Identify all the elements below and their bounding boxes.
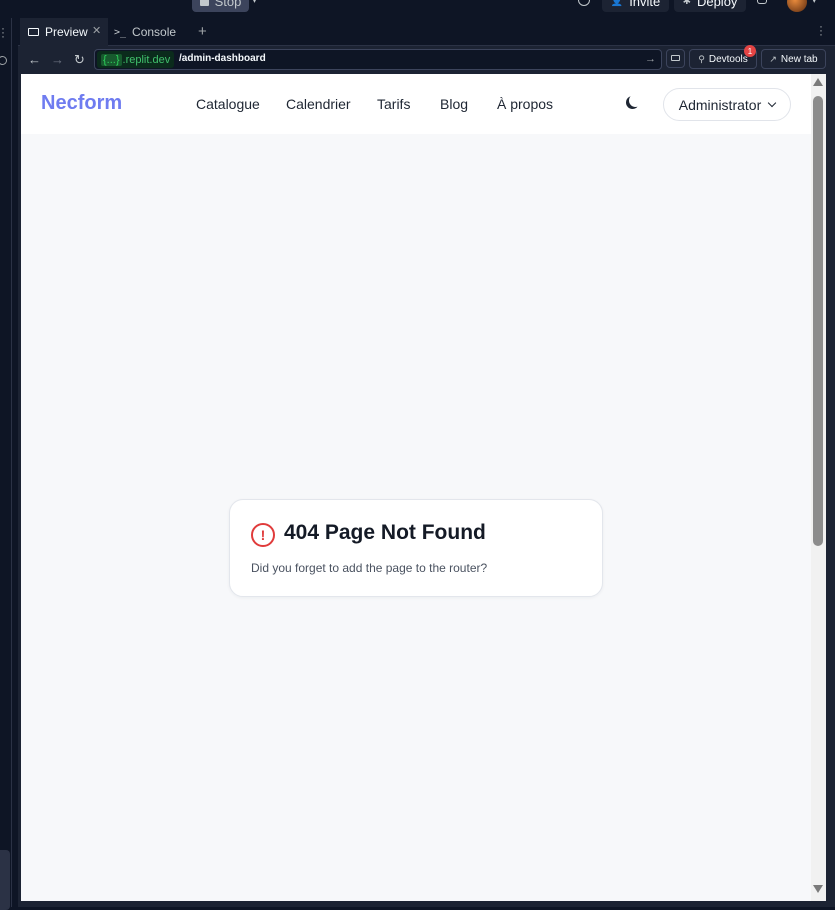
deploy-button[interactable]: ✱ Deploy	[674, 0, 746, 12]
stop-button[interactable]: Stop	[192, 0, 249, 12]
screen-size-button[interactable]	[666, 49, 685, 68]
external-link-icon: ↗	[769, 53, 777, 64]
monitor-icon	[671, 55, 680, 61]
tab-preview-label: Preview	[45, 25, 88, 39]
url-input[interactable]: {...} .replit.dev /admin-dashboard →	[94, 49, 662, 70]
brand-logo[interactable]: Necform	[41, 92, 122, 115]
url-host: {...} .replit.dev	[97, 51, 175, 68]
user-menu-label: Administrator	[678, 96, 762, 113]
nav-link-calendrier[interactable]: Calendrier	[286, 96, 351, 112]
nav-link-blog[interactable]: Blog	[440, 96, 468, 112]
deploy-label: Deploy	[696, 0, 738, 9]
ide-top-bar: Stop ▾ 👤 Invite ✱ Deploy ▾	[0, 0, 835, 18]
monitor-icon	[28, 28, 39, 36]
scroll-thumb[interactable]	[813, 96, 823, 546]
gauge-icon[interactable]	[0, 56, 7, 65]
preview-pane: Preview ✕ >_ Console + · · · ← → ↻ {...} .…	[18, 18, 835, 907]
stop-icon	[199, 0, 209, 6]
tab-console[interactable]: >_ Console	[106, 18, 202, 46]
alert-circle-icon: !	[251, 523, 275, 547]
scroll-down-icon[interactable]	[813, 885, 823, 893]
stop-label: Stop	[214, 0, 242, 9]
search-icon[interactable]	[578, 0, 590, 6]
nav-link-a-propos[interactable]: À propos	[497, 96, 553, 112]
forward-arrow-icon[interactable]: →	[51, 52, 64, 67]
vertical-scrollbar[interactable]	[811, 74, 826, 907]
devtools-badge: 1	[744, 45, 756, 57]
stop-dropdown-icon[interactable]: ▾	[252, 0, 257, 6]
host-brace: {...}	[101, 53, 122, 66]
url-bar: ← → ↻ {...} .replit.dev /admin-dashboard…	[18, 45, 835, 74]
invite-button[interactable]: 👤 Invite	[602, 0, 669, 12]
menu-dots-icon[interactable]: · · ·	[1, 22, 5, 42]
nav-link-tarifs[interactable]: Tarifs	[377, 96, 410, 112]
nav-link-catalogue[interactable]: Catalogue	[196, 96, 260, 112]
pane-bottom-strip	[18, 901, 835, 907]
pane-tabs: Preview ✕ >_ Console + · · ·	[18, 18, 835, 46]
url-path: /admin-dashboard	[179, 53, 266, 64]
tab-console-label: Console	[132, 25, 177, 39]
reload-icon[interactable]: ↻	[74, 52, 85, 68]
not-found-card: ! 404 Page Not Found Did you forget to a…	[229, 499, 603, 597]
chevron-down-icon	[767, 98, 777, 108]
error-message: Did you forget to add the page to the ro…	[251, 561, 488, 575]
user-menu-button[interactable]: Administrator	[663, 88, 791, 121]
app-viewport: Necform Catalogue Calendrier Tarifs Blog…	[21, 74, 811, 901]
devtools-label: Devtools	[708, 53, 748, 65]
avatar-dropdown-icon[interactable]: ▾	[812, 0, 817, 6]
new-tab-button[interactable]: ↗ New tab	[761, 49, 826, 69]
back-arrow-icon[interactable]: ←	[28, 52, 41, 67]
bell-icon[interactable]	[757, 0, 767, 4]
new-tab-label: New tab	[780, 53, 818, 65]
avatar[interactable]	[787, 0, 807, 12]
invite-label: Invite	[629, 0, 661, 9]
app-header: Necform Catalogue Calendrier Tarifs Blog…	[21, 74, 811, 134]
user-plus-icon: 👤	[610, 0, 624, 7]
tabs-menu-icon[interactable]: · · ·	[819, 20, 823, 40]
devtools-icon: ⚲	[698, 53, 705, 64]
add-tab-icon[interactable]: +	[198, 23, 207, 40]
scroll-up-icon[interactable]	[813, 78, 823, 86]
go-arrow-icon[interactable]: →	[645, 53, 656, 65]
moon-icon[interactable]	[626, 96, 639, 109]
console-icon: >_	[114, 26, 127, 38]
error-title: 404 Page Not Found	[284, 521, 486, 544]
deploy-icon: ✱	[682, 0, 691, 7]
close-icon[interactable]: ✕	[92, 24, 101, 37]
left-rail: · · ·	[0, 18, 12, 910]
panel-handle[interactable]	[0, 850, 10, 910]
host-text: .replit.dev	[122, 53, 171, 66]
